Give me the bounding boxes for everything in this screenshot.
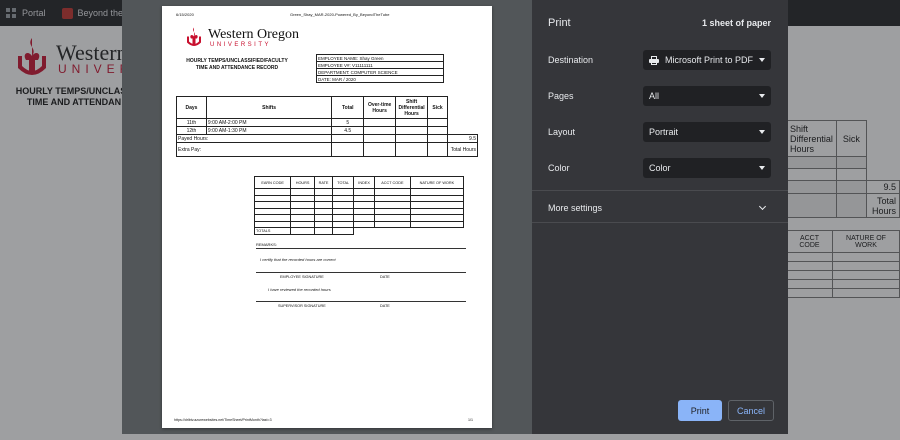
preview-header-filename: Green_Shay_MAR-2020-Powered_By_BeyondThe… xyxy=(290,12,390,17)
earn-header: NATURE OF WORK xyxy=(409,176,465,189)
cancel-button[interactable]: Cancel xyxy=(728,400,774,421)
destination-label: Destination xyxy=(548,55,594,65)
employee-vnumber: EMPLOYEE V#: V11111111 xyxy=(316,61,444,69)
row-shift: 9:00 AM-1:30 PM xyxy=(205,126,333,135)
header-sick: Sick xyxy=(427,96,449,119)
earn-header: EARN CODE xyxy=(253,176,292,189)
pages-select[interactable]: All xyxy=(643,86,771,106)
chevron-down-icon xyxy=(759,58,765,62)
university-logo-icon xyxy=(187,27,201,46)
sheet-count: 1 sheet of paper xyxy=(701,18,771,28)
preview-title-line2: TIME AND ATTENDANCE RECORD xyxy=(195,64,279,71)
header-shifts: Shifts xyxy=(205,96,333,119)
employee-signature-label: EMPLOYEE SIGNATURE xyxy=(280,275,324,279)
chevron-down-icon[interactable] xyxy=(758,202,767,211)
destination-value: Microsoft Print to PDF xyxy=(665,55,754,65)
settings-divider xyxy=(532,222,788,223)
preview-footer-url: https://drlbtv.azurewebsites.net/TimeShe… xyxy=(174,418,272,422)
supervisor-signature-line xyxy=(256,301,466,302)
earn-header: TOTAL xyxy=(332,176,355,189)
employee-name: EMPLOYEE NAME: Shay Green xyxy=(316,54,444,62)
payed-hours-value: 9.5 xyxy=(447,134,478,143)
earn-header: RATE xyxy=(313,176,334,189)
header-days: Days xyxy=(176,96,207,119)
reviewed-text: I have reviewed the recorded hours xyxy=(268,287,331,292)
employee-department: DEPARTMENT: COMPUTER SCIENCE xyxy=(316,68,444,76)
payed-hours-label: Payed Hours: xyxy=(175,134,333,143)
pages-value: All xyxy=(649,91,660,101)
print-button[interactable]: Print xyxy=(678,400,722,421)
row-shift: 9:00 AM-2:00 PM xyxy=(205,118,333,127)
layout-select[interactable]: Portrait xyxy=(643,122,771,142)
settings-divider xyxy=(532,190,788,191)
earn-code-table: EARN CODE HOURS RATE TOTAL INDEX ACCT CO… xyxy=(253,176,465,235)
preview-footer-page: 1/1 xyxy=(468,418,473,422)
preview-header-date: 6/15/2020 xyxy=(176,12,194,17)
earn-header: ACCT CODE xyxy=(373,176,411,189)
employee-date-label: DATE xyxy=(380,275,390,279)
supervisor-signature-label: SUPERVISOR SIGNATURE xyxy=(278,304,326,308)
certify-text: I certify that the recorded hours are co… xyxy=(260,257,336,262)
preview-title: HOURLY TEMPS/UNCLASSIFIED/FACULTY TIME A… xyxy=(182,58,292,71)
row-day: 11th xyxy=(176,118,207,127)
total-hours-label: Total Hours xyxy=(447,142,478,157)
color-select[interactable]: Color xyxy=(643,158,771,178)
row-day: 12th xyxy=(176,126,207,135)
preview-logo-sub: UNIVERSITY xyxy=(210,42,272,48)
more-settings-toggle[interactable]: More settings xyxy=(548,203,602,213)
layout-label: Layout xyxy=(548,127,576,137)
earn-header: HOURS xyxy=(290,176,315,189)
supervisor-date-label: DATE xyxy=(380,304,390,308)
header-total: Total xyxy=(331,96,365,119)
header-shift-diff: Shift Differential Hours xyxy=(395,96,429,119)
pages-label: Pages xyxy=(548,91,574,101)
employee-info-table: EMPLOYEE NAME: Shay Green EMPLOYEE V#: V… xyxy=(316,54,444,83)
earn-totals-label: TOTALS xyxy=(253,227,292,235)
employee-signature-line xyxy=(256,272,466,273)
preview-page: 6/15/2020 Green_Shay_MAR-2020-Powered_By… xyxy=(162,6,492,428)
print-settings-panel: Print 1 sheet of paper Destination Micro… xyxy=(532,0,788,434)
shifts-table: Days Shifts Total Over-time Hours Shift … xyxy=(175,96,478,157)
header-overtime: Over-time Hours xyxy=(363,96,397,119)
destination-select[interactable]: Microsoft Print to PDF xyxy=(643,50,771,70)
remarks-line xyxy=(256,248,466,249)
print-preview-pane[interactable]: 6/15/2020 Green_Shay_MAR-2020-Powered_By… xyxy=(122,0,532,434)
layout-value: Portrait xyxy=(649,127,679,137)
preview-title-line1: HOURLY TEMPS/UNCLASSIFIED/FACULTY xyxy=(186,58,288,64)
print-title: Print xyxy=(548,17,571,29)
earn-header: INDEX xyxy=(353,176,375,189)
table-row: 12th 9:00 AM-1:30 PM 4.5 xyxy=(176,126,478,135)
chevron-down-icon xyxy=(759,130,765,134)
color-label: Color xyxy=(548,163,570,173)
extra-pay-label: Extra Pay: xyxy=(175,142,333,157)
remarks-label: REMARKS: xyxy=(256,242,277,247)
color-value: Color xyxy=(649,163,671,173)
chevron-down-icon xyxy=(759,166,765,170)
employee-date: DATE: MAR / 2020 xyxy=(316,75,444,83)
table-row: 11th 9:00 AM-2:00 PM 5 xyxy=(176,118,478,127)
preview-logo-text: Western Oregon xyxy=(208,27,300,42)
printer-icon xyxy=(649,55,659,65)
row-total: 4.5 xyxy=(331,126,365,135)
chevron-down-icon xyxy=(759,94,765,98)
row-total: 5 xyxy=(331,118,365,127)
